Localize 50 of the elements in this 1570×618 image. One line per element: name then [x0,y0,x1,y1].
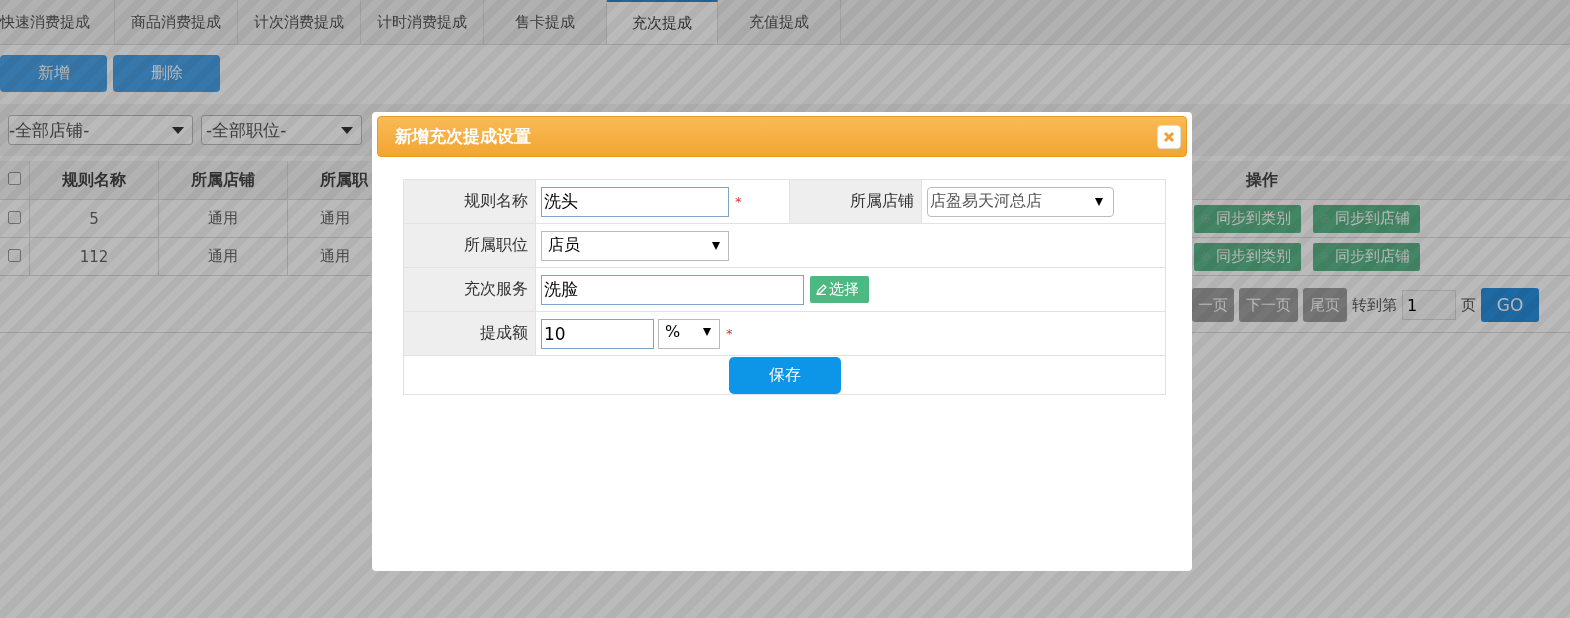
page-suffix: 页 [1461,295,1476,315]
filter-select[interactable]: -全部店铺- [8,115,193,145]
select-field[interactable]: 店员 [541,230,729,261]
amount-field[interactable]: 10 [541,318,654,349]
save-button[interactable]: 保存 [728,356,841,394]
required-mark: * [726,326,733,341]
checkbox[interactable] [8,248,21,262]
page-input[interactable]: 1 [1402,290,1456,320]
column-header: 规则名称 [62,169,126,189]
text-field[interactable]: 洗头 [541,186,729,217]
column-header: 所属店铺 [191,169,255,189]
field-label: 规则名称 [403,179,536,224]
tab[interactable]: 快速消费提成 [0,0,115,44]
field-label: 所属职位 [403,223,536,268]
checkbox[interactable] [8,210,21,224]
caret-icon [712,241,720,250]
tab[interactable]: 充值提成 [718,0,841,44]
close-icon [1163,130,1175,143]
field-label: 充次服务 [403,267,536,312]
gear-icon [1200,251,1211,262]
caret-icon [1095,197,1103,206]
select-field[interactable]: % [658,318,720,349]
column-header: 所属职 [320,169,368,189]
select-field[interactable]: 店盈易天河总店 [927,186,1114,217]
caret-icon [341,126,353,134]
pencil-icon [816,284,827,295]
tab[interactable]: 计次消费提成 [238,0,361,44]
table-cell: 通用 [158,237,288,276]
tab[interactable]: 充次提成 [607,0,718,44]
text-field[interactable]: 洗脸 [541,274,804,305]
table-cell: 通用 [158,199,288,238]
tab[interactable]: 商品消费提成 [115,0,238,44]
caret-icon [703,327,711,336]
filter-select[interactable]: -全部职位- [201,115,362,145]
gear-icon [1319,213,1330,224]
field-label: 提成额 [403,311,536,356]
go-button[interactable]: GO [1481,288,1539,322]
caret-icon [172,126,184,134]
close-button[interactable] [1157,124,1181,149]
tab[interactable]: 计时消费提成 [361,0,484,44]
required-mark: * [735,194,742,209]
column-header: 操作 [1246,169,1278,189]
table-cell: 5 [29,199,159,238]
checkbox[interactable] [8,172,21,185]
field-label: 所属店铺 [789,179,922,224]
gear-icon [1319,251,1330,262]
goto-label: 转到第 [1352,295,1397,315]
gear-icon [1200,213,1211,224]
table-cell: 112 [29,237,159,276]
dialog-title: 新增充次提成设置 [395,125,531,148]
